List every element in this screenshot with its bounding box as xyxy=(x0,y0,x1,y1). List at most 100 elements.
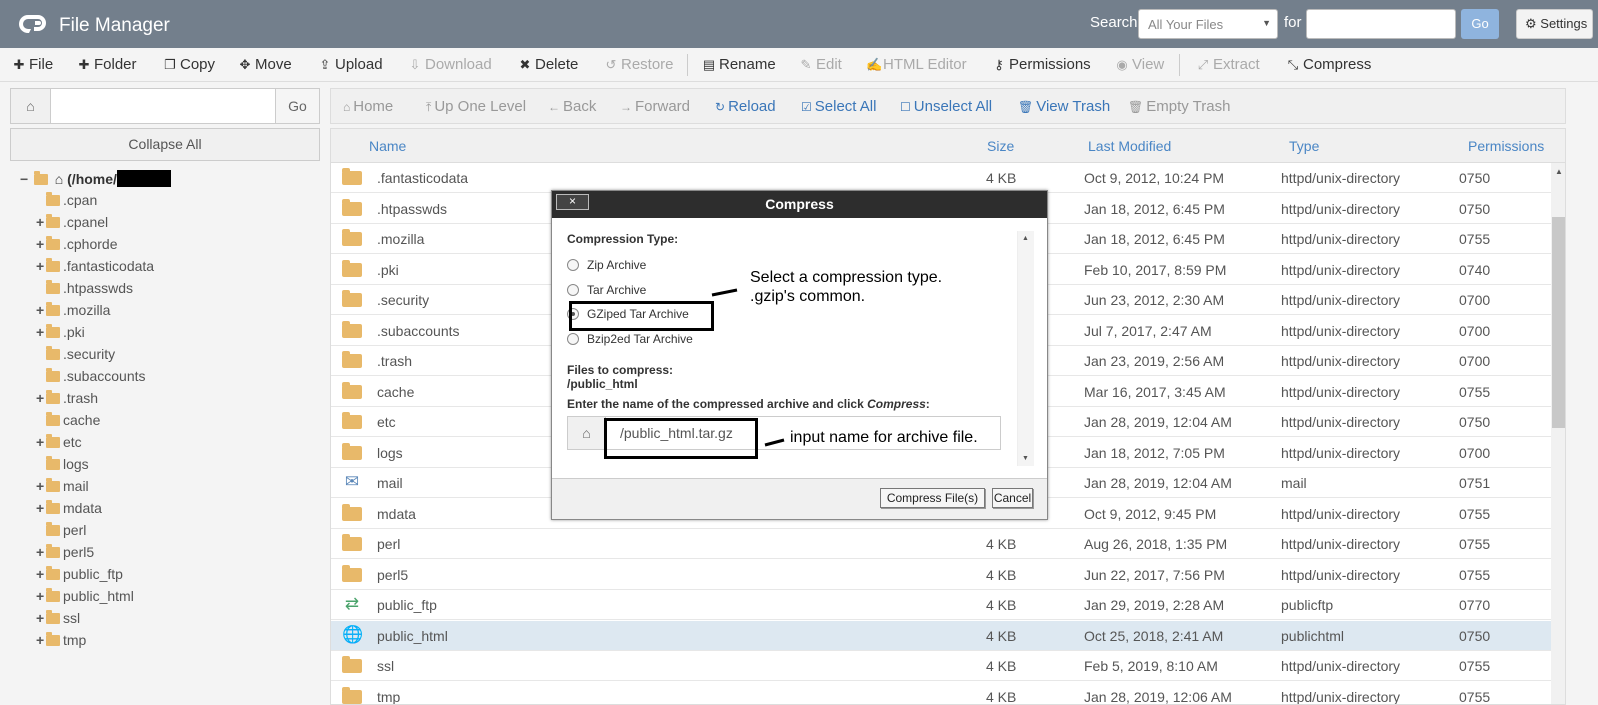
scroll-up-icon[interactable]: ▲ xyxy=(1022,235,1029,242)
expand-icon[interactable]: + xyxy=(36,632,46,648)
toolbar-delete-button[interactable]: ✖ Delete xyxy=(518,56,579,73)
radio-button[interactable] xyxy=(567,259,579,271)
column-name[interactable]: Name xyxy=(369,138,406,154)
table-row[interactable]: tmp 4 KB Jan 28, 2019, 12:06 AM httpd/unix-… xyxy=(331,682,1551,705)
expand-icon[interactable]: + xyxy=(36,500,46,516)
toolbar-move-button[interactable]: ✥ Move xyxy=(238,56,292,73)
tree-item[interactable]: + .pki xyxy=(36,324,85,344)
cell-type: httpd/unix-directory xyxy=(1281,688,1401,705)
expand-icon[interactable]: + xyxy=(36,258,46,274)
expand-icon[interactable]: + xyxy=(36,588,46,604)
tree-item[interactable]: + .mozilla xyxy=(36,302,110,322)
tree-item[interactable]: + .fantasticodata xyxy=(36,258,154,278)
toolbar-label: Compress xyxy=(1303,56,1372,73)
nav-reload-button[interactable]: ↻ Reload xyxy=(715,98,776,115)
table-row[interactable]: perl5 4 KB Jun 22, 2017, 7:56 PM httpd/unix… xyxy=(331,560,1551,590)
expand-icon[interactable]: + xyxy=(36,324,46,340)
toolbar-upload-button[interactable]: ⇪ Upload xyxy=(318,56,383,73)
column-permissions[interactable]: Permissions xyxy=(1468,138,1544,154)
cell-last-modified: Oct 25, 2018, 2:41 AM xyxy=(1084,627,1224,644)
expand-icon[interactable]: + xyxy=(36,214,46,230)
toolbar-html-editor-button[interactable]: ✍HTML Editor xyxy=(866,56,967,73)
path-go-button[interactable]: Go xyxy=(275,89,319,123)
home-icon[interactable]: ⌂ xyxy=(11,89,51,123)
nav-empty-trash-button[interactable]: 🗑 Empty Trash xyxy=(1128,98,1230,115)
close-icon[interactable]: × xyxy=(556,194,589,210)
scroll-down-icon[interactable]: ▼ xyxy=(1022,455,1029,462)
collapse-all-button[interactable]: Collapse All xyxy=(10,128,320,161)
tree-item[interactable]: + public_ftp xyxy=(36,566,123,586)
table-row[interactable]: perl 4 KB Aug 26, 2018, 1:35 PM httpd/unix-… xyxy=(331,529,1551,559)
tree-item[interactable]: .security xyxy=(36,346,115,366)
scrollbar-thumb[interactable] xyxy=(1552,217,1565,428)
radio-button[interactable] xyxy=(567,332,579,345)
table-row[interactable]: ssl 4 KB Feb 5, 2019, 8:10 AM httpd/unix-di… xyxy=(331,651,1551,681)
toolbar-extract-button[interactable]: ⤢ Extract xyxy=(1196,56,1260,73)
tree-item[interactable]: .cpan xyxy=(36,192,97,212)
toolbar-edit-button[interactable]: ✎ Edit xyxy=(799,56,842,73)
toolbar-compress-button[interactable]: ⤡ Compress xyxy=(1286,56,1372,73)
toolbar-rename-button[interactable]: ▤ Rename xyxy=(702,56,776,73)
tree-item[interactable]: .htpasswds xyxy=(36,280,133,300)
column-type[interactable]: Type xyxy=(1289,138,1319,154)
expand-icon[interactable]: + xyxy=(36,390,46,406)
tree-item[interactable]: + etc xyxy=(36,434,82,454)
nav-select-all-button[interactable]: ☑ Select All xyxy=(801,98,876,115)
table-scrollbar[interactable]: ▲ xyxy=(1551,163,1565,704)
expand-icon[interactable]: + xyxy=(36,236,46,252)
tree-item[interactable]: + public_html xyxy=(36,588,134,608)
radio-button[interactable] xyxy=(567,283,579,296)
column-last-modified[interactable]: Last Modified xyxy=(1088,138,1171,154)
toolbar-file-button[interactable]: ✚ File xyxy=(12,56,54,73)
nav-unselect-all-button[interactable]: ☐ Unselect All xyxy=(900,98,992,115)
tree-item[interactable]: + mail xyxy=(36,478,89,498)
tree-item[interactable]: perl xyxy=(36,522,86,542)
tree-item[interactable]: + tmp xyxy=(36,632,86,652)
expand-icon[interactable]: + xyxy=(36,544,46,560)
tree-item-label: .htpasswds xyxy=(63,280,134,296)
compression-option-zip-archive[interactable]: Zip Archive xyxy=(567,258,646,272)
toolbar-copy-button[interactable]: ❐ Copy xyxy=(163,56,215,73)
table-row[interactable]: ⇄ public_ftp 4 KB Jan 29, 2019, 2:28 AM publ… xyxy=(331,590,1551,620)
expand-icon[interactable]: + xyxy=(36,478,46,494)
tree-item[interactable]: + perl5 xyxy=(36,544,94,564)
table-row[interactable]: 🌐 public_html 4 KB Oct 25, 2018, 2:41 AM pub… xyxy=(331,620,1551,651)
toolbar-restore-button[interactable]: ↺ Restore xyxy=(604,56,674,73)
toolbar-view-button[interactable]: ◉ View xyxy=(1115,56,1164,73)
expand-icon[interactable]: + xyxy=(36,610,46,626)
tree-root[interactable]: − ⌂ (/home/ xyxy=(20,170,171,190)
nav-back-button[interactable]: ← Back xyxy=(548,98,596,115)
column-size[interactable]: Size xyxy=(987,138,1014,154)
nav-forward-button[interactable]: → Forward xyxy=(620,98,690,115)
expand-icon[interactable]: + xyxy=(36,566,46,582)
nav-up-one-level-button[interactable]: ⤒ Up One Level xyxy=(426,98,526,115)
nav-home-button[interactable]: ⌂ Home xyxy=(343,98,393,115)
search-input[interactable] xyxy=(1306,9,1456,39)
settings-button[interactable]: ⚙ Settings xyxy=(1516,9,1593,39)
nav-view-trash-button[interactable]: 🗑 View Trash xyxy=(1018,98,1110,115)
tree-item[interactable]: + .cpanel xyxy=(36,214,108,234)
compress-files-button[interactable]: Compress File(s) xyxy=(880,488,985,508)
scroll-up-icon[interactable]: ▲ xyxy=(1555,167,1563,176)
tree-item[interactable]: + .trash xyxy=(36,390,98,410)
cancel-button[interactable]: Cancel xyxy=(992,488,1033,508)
tree-item[interactable]: .subaccounts xyxy=(36,368,146,388)
tree-item[interactable]: + ssl xyxy=(36,610,80,630)
expand-icon[interactable]: + xyxy=(36,302,46,318)
search-go-button[interactable]: Go xyxy=(1461,9,1499,39)
dialog-scrollbar[interactable]: ▲ ▼ xyxy=(1017,231,1034,466)
tree-item[interactable]: + .cphorde xyxy=(36,236,117,256)
search-scope-select[interactable]: All Your Files ▼ xyxy=(1138,9,1278,39)
folder-icon xyxy=(46,280,60,294)
tree-item[interactable]: + mdata xyxy=(36,500,102,520)
toolbar-permissions-button[interactable]: ⚷ Permissions xyxy=(992,56,1090,73)
table-row[interactable]: .fantasticodata 4 KB Oct 9, 2012, 10:24 PM… xyxy=(331,163,1551,193)
tree-item[interactable]: logs xyxy=(36,456,89,476)
toolbar-folder-button[interactable]: ✚ Folder xyxy=(77,56,137,73)
expand-icon[interactable]: + xyxy=(36,434,46,450)
toolbar-download-button[interactable]: ⇩ Download xyxy=(408,56,492,73)
collapse-icon[interactable]: − xyxy=(20,171,30,187)
compression-option-tar-archive[interactable]: Tar Archive xyxy=(567,283,646,297)
tree-item[interactable]: cache xyxy=(36,412,100,432)
compression-option-bzip2ed-tar-archive[interactable]: Bzip2ed Tar Archive xyxy=(567,332,693,346)
